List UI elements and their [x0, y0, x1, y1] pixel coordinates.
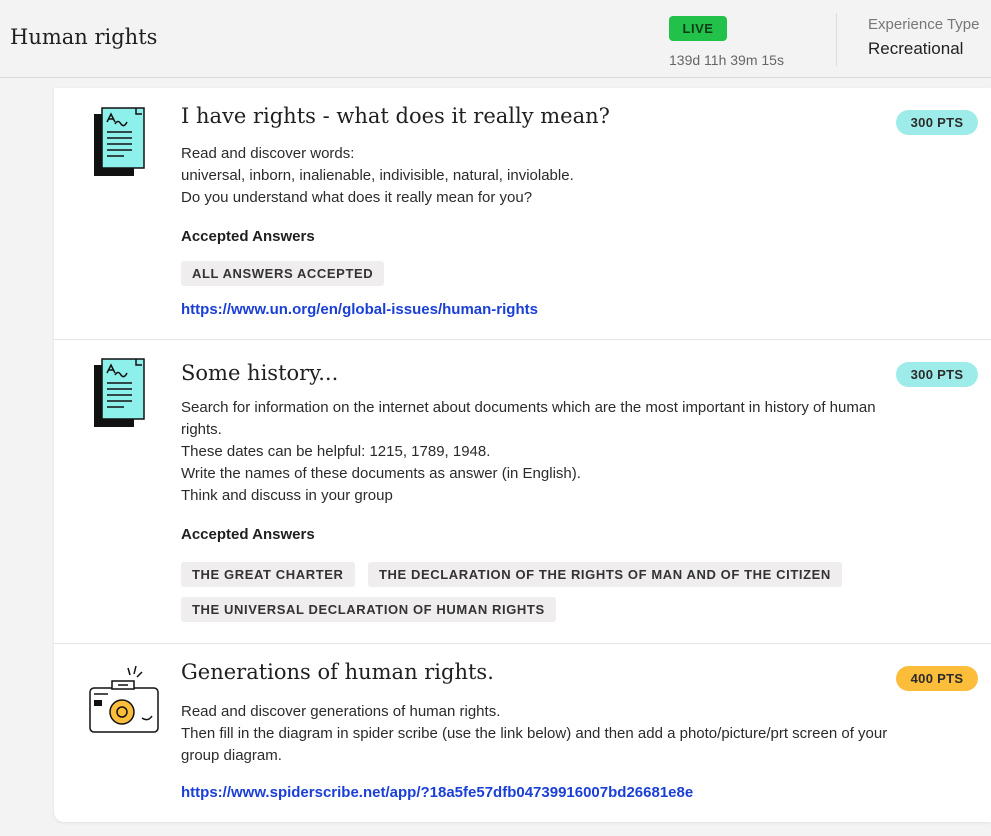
experience-type-label: Experience Type — [868, 16, 980, 33]
header-divider — [836, 13, 837, 66]
mission-item[interactable]: I have rights - what does it really mean… — [54, 88, 991, 340]
points-badge: 400 PTS — [896, 666, 978, 691]
answer-tag: THE UNIVERSAL DECLARATION OF HUMAN RIGHT… — [181, 597, 556, 622]
page-title: Human rights — [10, 25, 158, 49]
points-badge: 300 PTS — [896, 110, 978, 135]
mission-title[interactable]: I have rights - what does it really mean… — [181, 104, 610, 128]
answer-tag: THE DECLARATION OF THE RIGHTS OF MAN AND… — [368, 562, 842, 587]
mission-description: Search for information on the internet a… — [181, 399, 876, 504]
document-icon — [94, 107, 145, 176]
countdown-timer: 139d 11h 39m 15s — [669, 52, 784, 68]
accepted-answers-label: Accepted Answers — [181, 526, 315, 543]
page-header: Human rights LIVE 139d 11h 39m 15s Exper… — [0, 9, 991, 78]
document-icon — [94, 358, 145, 427]
mission-link[interactable]: https://www.spiderscribe.net/app/?18a5fe… — [181, 784, 693, 801]
mission-item[interactable]: Generations of human rights. 400 PTS Rea… — [54, 644, 991, 822]
mission-item[interactable]: Some history... 300 PTS Search for infor… — [54, 340, 991, 644]
accepted-answers-label: Accepted Answers — [181, 228, 315, 245]
mission-title[interactable]: Some history... — [181, 361, 338, 385]
mission-description: Read and discover generations of human r… — [181, 703, 888, 764]
mission-title[interactable]: Generations of human rights. — [181, 660, 494, 684]
answer-tag: THE GREAT CHARTER — [181, 562, 355, 587]
points-badge: 300 PTS — [896, 362, 978, 387]
mission-description: Read and discover words: universal, inbo… — [181, 145, 574, 206]
camera-icon — [89, 665, 159, 733]
experience-type-value: Recreational — [868, 39, 964, 58]
mission-link[interactable]: https://www.un.org/en/global-issues/huma… — [181, 301, 538, 318]
answer-tag: ALL ANSWERS ACCEPTED — [181, 261, 385, 286]
live-status-badge: LIVE — [669, 16, 727, 41]
